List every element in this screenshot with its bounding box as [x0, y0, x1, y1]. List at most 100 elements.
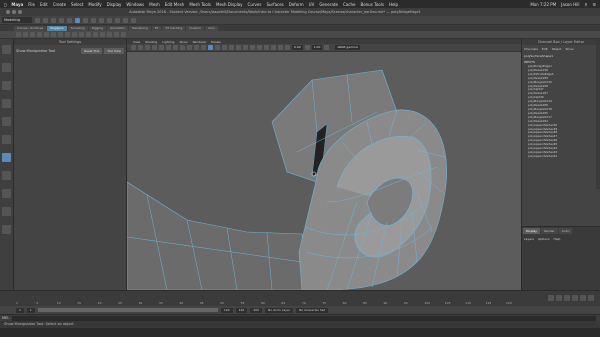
layer-menu-layers[interactable]: Layers	[524, 237, 534, 241]
bevel-icon[interactable]	[107, 32, 112, 37]
menu-bonus-tools[interactable]: Bonus Tools	[360, 2, 383, 7]
end-time-field[interactable]: 120	[235, 307, 248, 313]
multi-cut-icon[interactable]	[114, 32, 119, 37]
user-name[interactable]: Jason Hill	[561, 2, 579, 7]
combine-icon[interactable]	[65, 32, 70, 37]
new-scene-icon[interactable]	[35, 17, 40, 23]
range-bar[interactable]	[37, 308, 218, 312]
menu-file[interactable]: File	[28, 2, 35, 7]
camera-icon[interactable]	[131, 45, 136, 50]
menu-surfaces[interactable]: Surfaces	[266, 2, 283, 7]
lights-icon[interactable]	[229, 45, 234, 50]
menu-mesh-tools[interactable]: Mesh Tools	[189, 2, 211, 7]
viewport-menu-lighting[interactable]: Lighting	[162, 40, 174, 44]
menu-uv[interactable]: UV	[309, 2, 315, 7]
grid-icon[interactable]	[159, 45, 164, 50]
paint-select-tool-icon[interactable]	[2, 81, 11, 90]
snap-grid-icon[interactable]	[99, 17, 104, 23]
poly-sphere-icon[interactable]	[16, 32, 21, 37]
menu-deform[interactable]: Deform	[289, 2, 304, 7]
menu-mesh[interactable]: Mesh	[149, 2, 160, 7]
viewport-menu-panels[interactable]: Panels	[211, 40, 221, 44]
shelf-tab-curves[interactable]: Curves / Surfaces	[14, 25, 47, 31]
menu-mesh-display[interactable]: Mesh Display	[216, 2, 243, 7]
field-chart-icon[interactable]	[187, 45, 192, 50]
menu-curves[interactable]: Curves	[248, 2, 262, 7]
color-management-icon[interactable]	[324, 45, 330, 50]
rotate-tool-icon[interactable]	[2, 117, 11, 126]
single-perspective-layout-icon[interactable]	[2, 171, 11, 180]
step-back-icon[interactable]	[556, 295, 562, 301]
default-material-icon[interactable]	[215, 45, 220, 50]
move-tool-icon[interactable]	[2, 99, 11, 108]
shelf-tab-rendering[interactable]: Rendering	[129, 25, 151, 31]
shelf-tab-fx-caching[interactable]: FX Caching	[162, 25, 186, 31]
camera-attributes-icon[interactable]	[138, 45, 143, 50]
menu-display[interactable]: Display	[107, 2, 122, 7]
target-weld-icon[interactable]	[121, 32, 126, 37]
snap-point-icon[interactable]	[115, 17, 120, 23]
shelf-tab-animation[interactable]: Animation	[107, 25, 129, 31]
menu-edit-mesh[interactable]: Edit Mesh	[165, 2, 185, 7]
wireframe-icon[interactable]	[201, 45, 206, 50]
time-slider[interactable]: 1 5 10 15 20 25 30 35 40 45 50 55 60 65 70 75 80 85 90 95 10…	[0, 290, 600, 306]
reset-tool-button[interactable]: Reset Tool	[81, 48, 103, 54]
tool-help-button[interactable]: Tool Help	[104, 48, 124, 54]
cb-menu-channels[interactable]: Channels	[524, 47, 538, 51]
search-icon[interactable]: ⚲	[584, 2, 587, 7]
save-scene-icon[interactable]	[51, 17, 56, 23]
viewport-menu-shading[interactable]: Shading	[145, 40, 157, 44]
go-to-end-icon[interactable]	[588, 295, 594, 301]
playback-end-field[interactable]: 120	[220, 307, 233, 313]
attribute-editor-tab-strip[interactable]	[596, 39, 600, 189]
resolution-gate-icon[interactable]	[173, 45, 178, 50]
command-input[interactable]	[12, 315, 596, 321]
tab-render[interactable]: Render	[541, 228, 558, 234]
exposure-field[interactable]: 0.00	[292, 45, 303, 50]
app-menu[interactable]: Maya	[11, 2, 23, 7]
play-forward-icon[interactable]	[572, 295, 578, 301]
bookmark-icon[interactable]	[145, 45, 150, 50]
bridge-icon[interactable]	[100, 32, 105, 37]
viewport-menu-renderer[interactable]: Renderer	[193, 40, 207, 44]
menu-cache[interactable]: Cache	[343, 2, 355, 7]
viewport-3d[interactable]	[127, 52, 521, 290]
open-scene-icon[interactable]	[43, 17, 48, 23]
extrude-icon[interactable]	[93, 32, 98, 37]
shelf-tab-polygons[interactable]: Polygons	[47, 25, 67, 31]
menu-windows[interactable]: Windows	[126, 2, 144, 7]
step-forward-icon[interactable]	[580, 295, 586, 301]
mel-label[interactable]: MEL	[2, 316, 9, 320]
play-backward-icon[interactable]	[564, 295, 570, 301]
image-plane-icon[interactable]	[152, 45, 157, 50]
gamma-field[interactable]: 1.00	[311, 45, 323, 50]
exposure-icon[interactable]	[285, 45, 290, 50]
playback-start-field[interactable]: 1	[26, 307, 35, 313]
start-time-field[interactable]: 1	[16, 307, 24, 313]
view-transform-dropdown[interactable]: sRGB gamma	[335, 45, 360, 50]
gate-mask-icon[interactable]	[180, 45, 185, 50]
persp-outliner-layout-icon[interactable]	[2, 207, 11, 216]
go-to-start-icon[interactable]	[548, 295, 554, 301]
select-component-icon[interactable]	[91, 17, 96, 23]
layer-menu-options[interactable]: Options	[538, 237, 550, 241]
safe-action-icon[interactable]	[194, 45, 199, 50]
separate-icon[interactable]	[72, 32, 77, 37]
shelf-tab-rigging[interactable]: Rigging	[88, 25, 107, 31]
poly-torus-icon[interactable]	[44, 32, 49, 37]
poly-disc-icon[interactable]	[58, 32, 63, 37]
antialiasing-icon[interactable]	[250, 45, 255, 50]
lasso-tool-icon[interactable]	[2, 63, 11, 72]
xray-icon[interactable]	[264, 45, 269, 50]
menu-select[interactable]: Select	[71, 2, 83, 7]
smooth-icon[interactable]	[79, 32, 84, 37]
tab-anim[interactable]: Anim	[558, 228, 573, 234]
menu-create[interactable]: Create	[53, 2, 66, 7]
menu-edit[interactable]: Edit	[40, 2, 48, 7]
persp-graph-layout-icon[interactable]	[2, 225, 11, 234]
menu-set-dropdown[interactable]: Modeling	[2, 17, 32, 23]
tab-display[interactable]: Display	[523, 228, 541, 234]
viewport-menu-show[interactable]: Show	[179, 40, 187, 44]
apple-icon[interactable]: 	[4, 2, 6, 7]
shelf-tab-sculpting[interactable]: Sculpting	[67, 25, 88, 31]
